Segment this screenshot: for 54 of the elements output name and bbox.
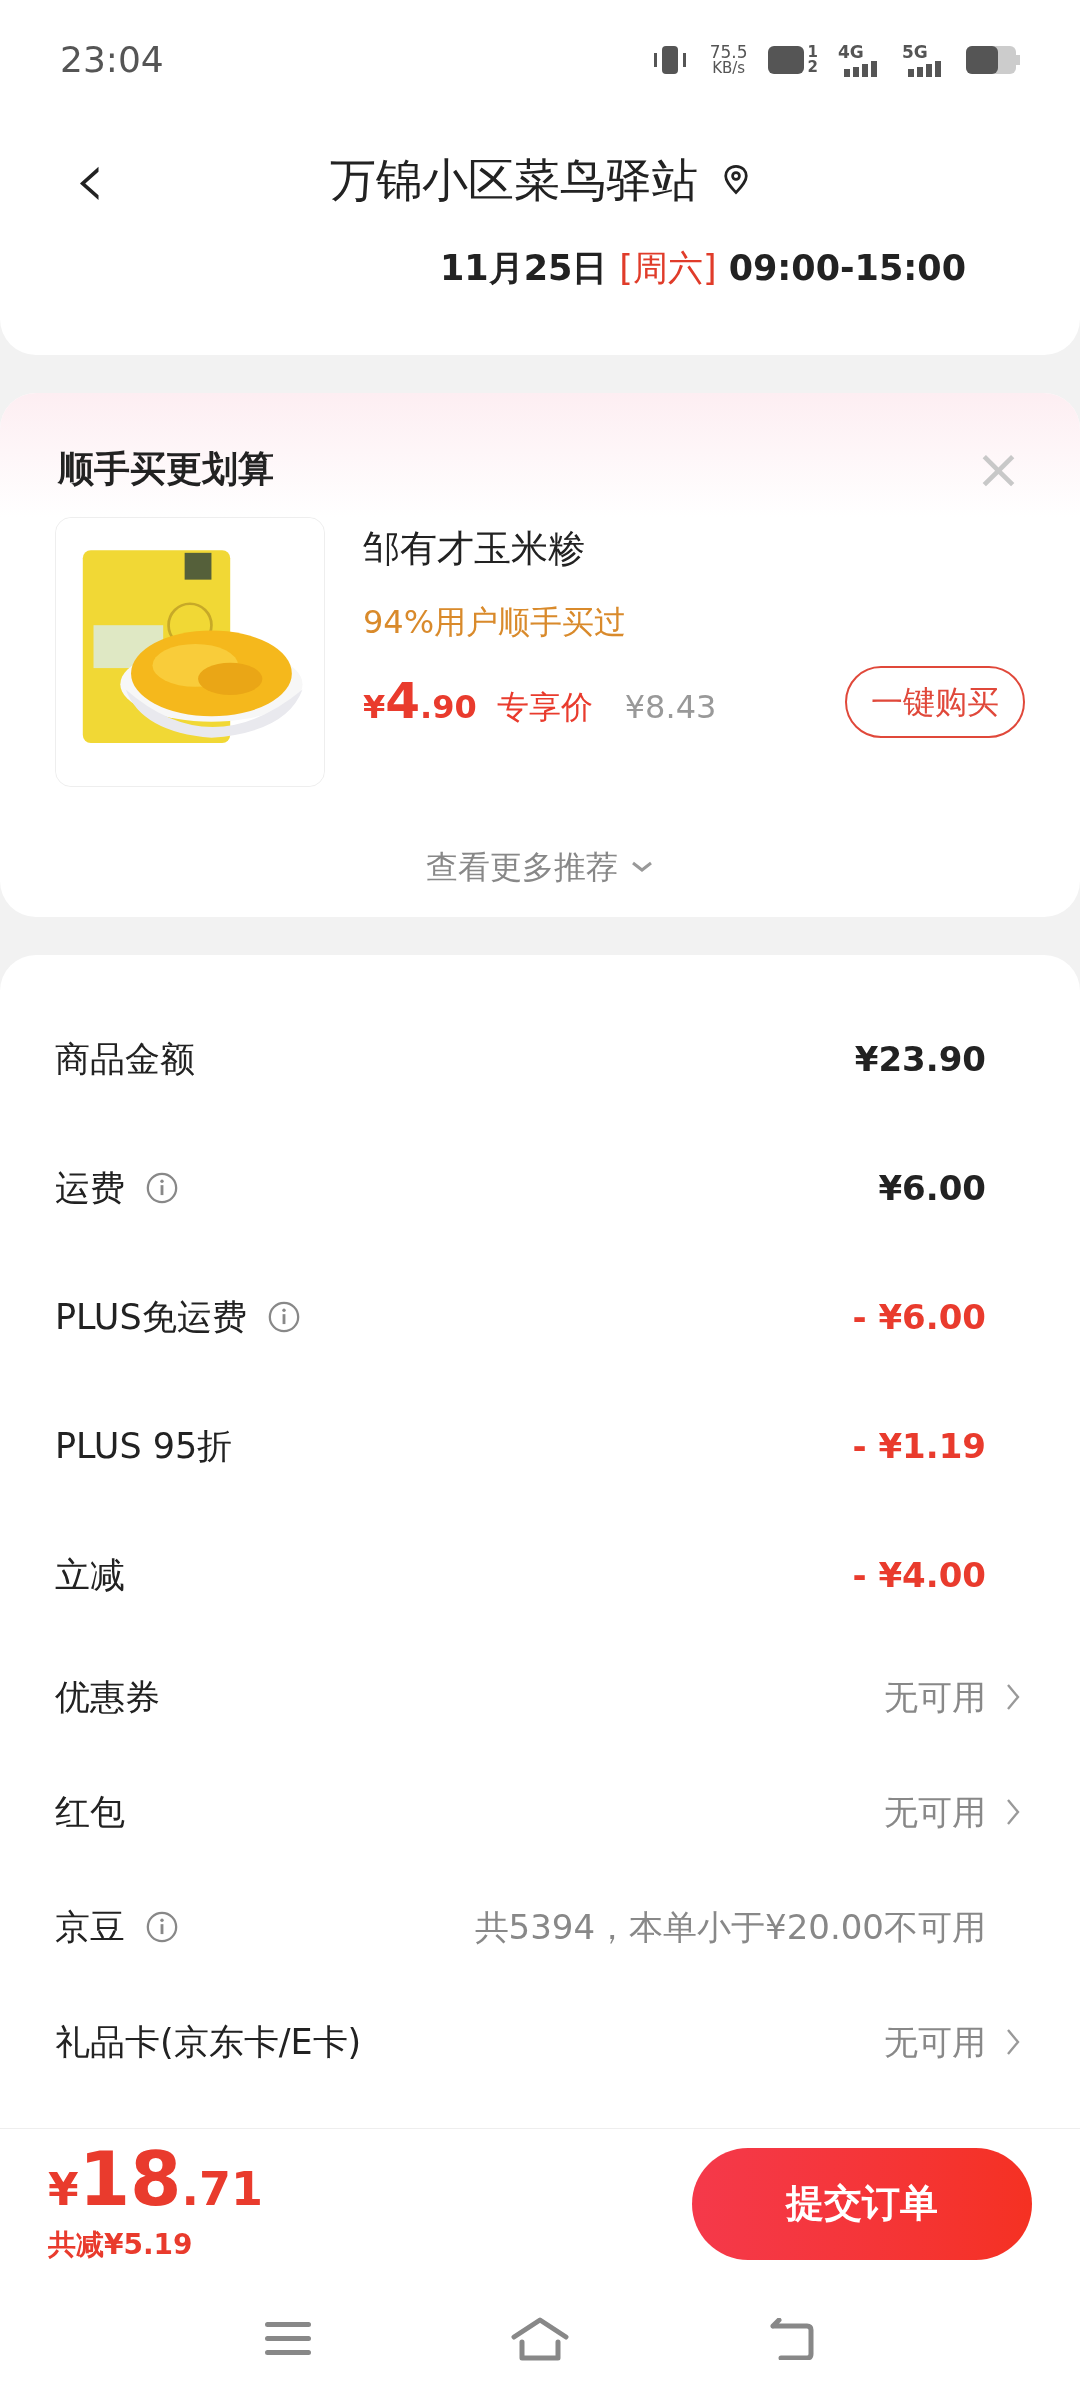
status-time: 23:04 [60, 38, 164, 82]
fee-value: - ¥4.00 [852, 1553, 986, 1597]
price-integer: 4 [385, 671, 421, 732]
battery-icon [966, 46, 1020, 74]
back-nav-icon[interactable] [769, 2318, 815, 2360]
fee-label: 礼品卡(京东卡/E卡) [55, 2020, 362, 2064]
menu-icon[interactable] [265, 2320, 311, 2358]
buy-button[interactable]: 一键购买 [845, 665, 1025, 738]
chevron-down-icon [630, 859, 654, 874]
fee-label: 运费 [55, 1166, 125, 1210]
fee-label: 商品金额 [55, 1037, 195, 1081]
info-icon[interactable] [266, 1300, 301, 1334]
fee-label: PLUS免运费 [55, 1295, 247, 1339]
delivery-time: 09:00-15:00 [728, 247, 966, 290]
network-type: 5G [902, 43, 929, 61]
buy-rate: 94%用户顺手买过 [363, 602, 628, 643]
net-speed: 75.5 [709, 44, 748, 61]
fee-value[interactable]: 无可用 [884, 1786, 986, 1838]
price-symbol: ¥ [363, 688, 386, 728]
more-link[interactable]: 查看更多推荐 [426, 842, 618, 891]
product-name[interactable]: 邹有才玉米糁 [363, 520, 1025, 576]
back-button[interactable]: ‹ [50, 140, 130, 220]
fee-value[interactable]: 无可用 [884, 1671, 986, 1723]
total-integer: 18 [78, 2141, 182, 2216]
hd-sub: 2 [807, 60, 818, 75]
fee-value: - ¥1.19 [852, 1424, 986, 1468]
fee-value[interactable]: 无可用 [884, 2016, 986, 2068]
original-price: ¥8.43 [624, 687, 717, 728]
total-decimal: .71 [181, 2165, 264, 2212]
total-saved: 共减¥5.19 [48, 2226, 194, 2263]
delivery-weekday: [周六] [619, 247, 717, 290]
price-tag: 专享价 [496, 683, 593, 731]
page-title: 万锦小区菜鸟驿站 [330, 151, 698, 209]
fee-label: 京豆 [55, 1905, 125, 1949]
delivery-date: 11月25日 [439, 247, 608, 290]
fee-value: ¥6.00 [878, 1166, 986, 1210]
fee-label: 优惠券 [55, 1675, 160, 1719]
fee-value: - ¥6.00 [852, 1295, 986, 1339]
info-icon[interactable] [145, 1910, 179, 1944]
fee-label: 红包 [55, 1790, 125, 1834]
net-speed-unit: KB/s [712, 61, 746, 76]
info-icon[interactable] [145, 1171, 179, 1205]
fee-label: 立减 [55, 1553, 125, 1597]
total-symbol: ¥ [48, 2167, 79, 2212]
hd-sup: 1 [807, 45, 818, 60]
location-pin-icon [722, 164, 750, 196]
fee-value: ¥23.90 [854, 1037, 986, 1081]
price-decimal: .90 [420, 687, 477, 728]
home-icon[interactable] [511, 2317, 569, 2361]
network-type: 4G [838, 43, 865, 61]
fee-label: PLUS 95折 [55, 1424, 233, 1468]
fee-value: 共5394，本单小于¥20.00不可用 [474, 1905, 986, 1949]
recommend-title: 顺手买更划算 [58, 446, 274, 491]
submit-order-button[interactable]: 提交订单 [692, 2147, 1032, 2260]
